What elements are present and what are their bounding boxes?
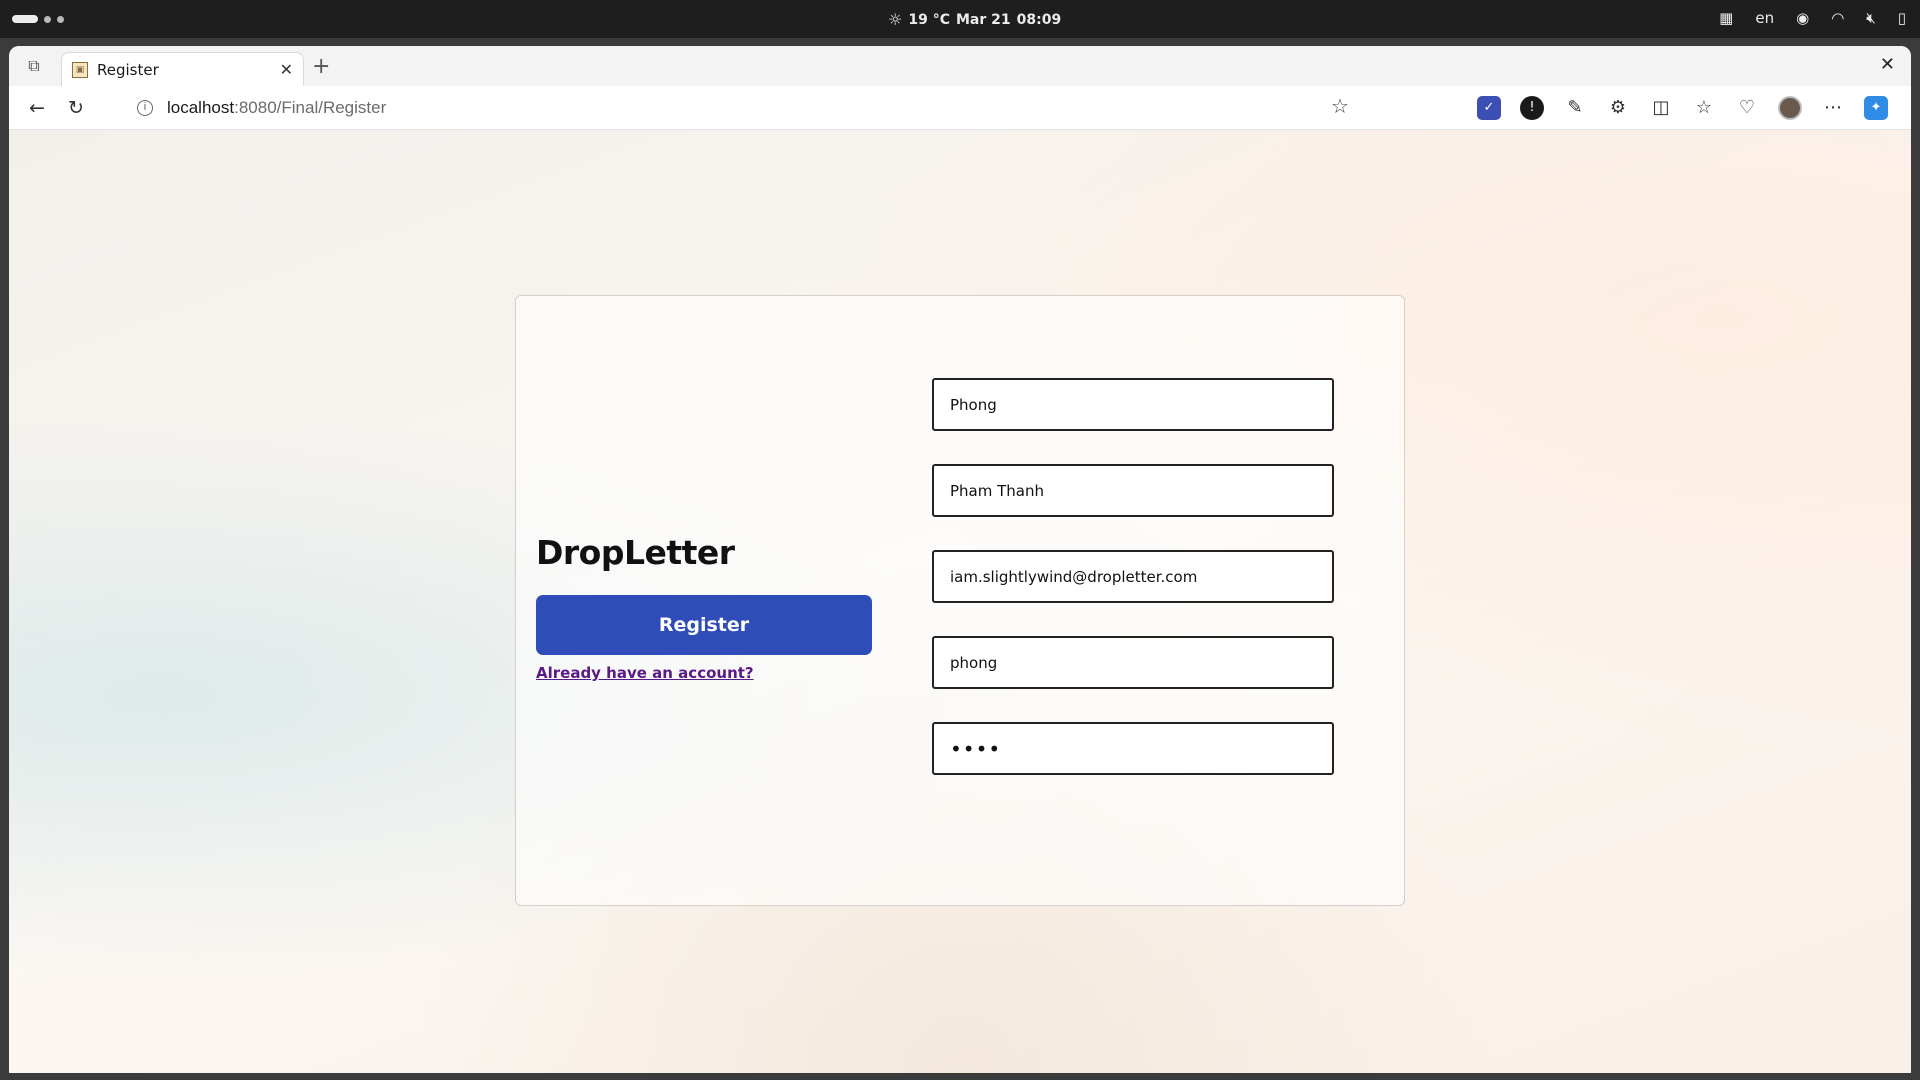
active-workspace-icon: [12, 15, 38, 23]
copilot-icon[interactable]: ✦: [1864, 96, 1888, 120]
workspace-dot-icon: [57, 15, 64, 23]
first-name-field[interactable]: [932, 378, 1334, 431]
browser-toolbar: ← ↻ i localhost:8080/Final/Register ☆ ✓ …: [9, 86, 1911, 130]
extension-icon[interactable]: ✓: [1477, 96, 1501, 120]
tab-actions-icon[interactable]: ⧉: [23, 56, 45, 78]
extension-icon[interactable]: ✎: [1563, 96, 1587, 120]
favorites-icon[interactable]: ☆: [1692, 96, 1716, 120]
reload-icon[interactable]: ↻: [64, 96, 88, 120]
browser-window: ⧉ ▣ Register ✕ + ✕ ← ↻ i localhost:8080/…: [9, 46, 1911, 1073]
window-layout-icon[interactable]: ▦: [1719, 9, 1733, 27]
clock-weather[interactable]: ☼ 19 °C Mar 21 08:09: [888, 10, 1061, 29]
plus-icon[interactable]: +: [312, 54, 330, 79]
extension-icon[interactable]: ♡: [1735, 96, 1759, 120]
extension-icon[interactable]: !: [1520, 96, 1544, 120]
address-bar[interactable]: i localhost:8080/Final/Register: [109, 92, 1469, 124]
volume-muted-icon[interactable]: 🔇︎: [1866, 9, 1875, 27]
info-icon[interactable]: i: [137, 100, 153, 116]
weather-text: 19 °C: [908, 11, 950, 28]
accessibility-icon[interactable]: ◉: [1796, 9, 1809, 27]
last-name-field[interactable]: [932, 464, 1334, 517]
extensions-bar: ✓ ! ✎ ⚙ ◫ ☆ ♡ ⋯ ✦: [1477, 96, 1888, 120]
time-text: 08:09: [1016, 11, 1062, 28]
sun-icon: ☼: [888, 10, 903, 29]
avatar[interactable]: [1778, 96, 1802, 120]
login-link[interactable]: Already have an account?: [536, 664, 754, 682]
close-icon[interactable]: ✕: [280, 60, 293, 79]
back-icon[interactable]: ←: [25, 96, 49, 120]
tab-title: Register: [97, 60, 159, 79]
wifi-icon[interactable]: ◠: [1831, 9, 1844, 27]
register-button[interactable]: Register: [536, 595, 872, 655]
os-top-bar: ☼ 19 °C Mar 21 08:09 ▦ en ◉ ◠ 🔇︎ ▯: [0, 0, 1920, 38]
tab-strip: ⧉ ▣ Register ✕ + ✕: [9, 46, 1911, 86]
language-indicator[interactable]: en: [1755, 9, 1774, 27]
email-field[interactable]: [932, 550, 1334, 603]
brand-title: DropLetter: [536, 533, 735, 572]
date-text: Mar 21: [955, 11, 1011, 28]
tab-register[interactable]: ▣ Register ✕: [61, 52, 304, 86]
workspace-indicator[interactable]: [12, 15, 64, 23]
star-icon[interactable]: ☆: [1331, 94, 1349, 118]
page-content: DropLetter Register Already have an acco…: [9, 130, 1911, 1073]
favicon-icon: ▣: [72, 61, 88, 78]
window-close-icon[interactable]: ✕: [1880, 54, 1895, 75]
url-host: localhost: [167, 98, 235, 117]
more-icon[interactable]: ⋯: [1821, 96, 1845, 120]
password-field[interactable]: [932, 722, 1334, 775]
url-path: :8080/Final/Register: [234, 98, 387, 117]
workspace-dot-icon: [44, 15, 51, 23]
battery-icon[interactable]: ▯: [1898, 9, 1906, 27]
extension-icon[interactable]: ⚙: [1606, 96, 1630, 120]
split-screen-icon[interactable]: ◫: [1649, 96, 1673, 120]
register-card: DropLetter Register Already have an acco…: [515, 295, 1405, 906]
username-field[interactable]: [932, 636, 1334, 689]
system-tray: ▦ en ◉ ◠ 🔇︎ ▯: [1719, 9, 1906, 27]
